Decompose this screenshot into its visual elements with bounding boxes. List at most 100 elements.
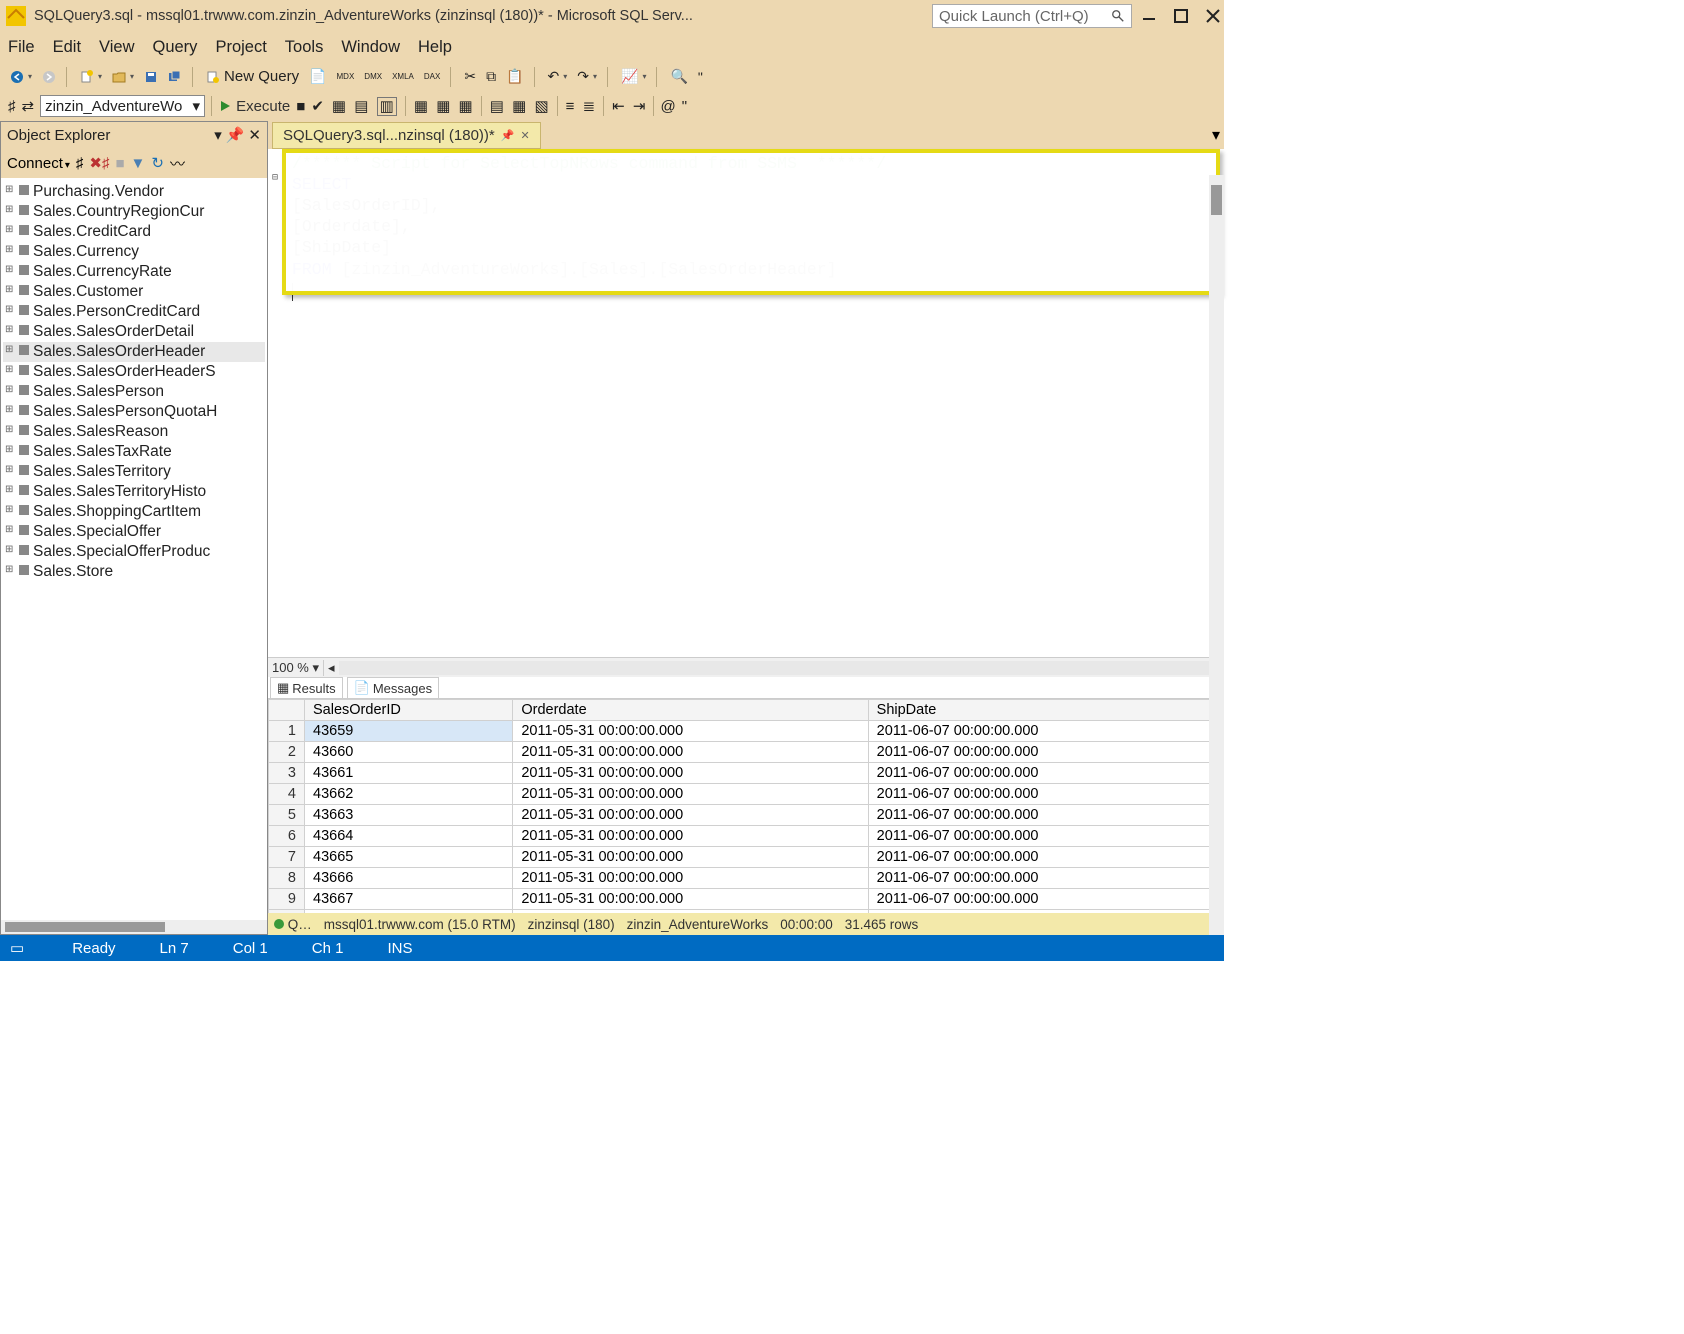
stop-button[interactable]: ■ [296, 98, 305, 115]
cell[interactable]: 43660 [305, 742, 513, 763]
cell[interactable]: 2011-05-31 00:00:00.000 [513, 805, 868, 826]
menu-file[interactable]: File [8, 38, 35, 57]
connect-button[interactable]: Connect [7, 155, 70, 172]
tree-node[interactable]: Sales.ShoppingCartItem [3, 502, 265, 522]
undo-button[interactable]: ↶ [546, 66, 570, 87]
copy-button[interactable]: ⧉ [484, 66, 498, 87]
stop-icon[interactable]: ■ [115, 155, 124, 172]
mdx-query-button[interactable]: MDX [335, 70, 357, 83]
cut-button[interactable]: ✂ [462, 66, 478, 87]
nav-back-button[interactable] [8, 68, 34, 86]
row-number[interactable]: 7 [269, 847, 305, 868]
tree-node[interactable]: Sales.SalesOrderDetail [3, 322, 265, 342]
column-header[interactable]: SalesOrderID [305, 700, 513, 721]
tree-node[interactable]: Sales.Currency [3, 242, 265, 262]
cell[interactable]: 2011-06-07 00:00:00.000 [868, 826, 1223, 847]
row-number[interactable]: 4 [269, 784, 305, 805]
disconnect-icon[interactable]: ✖♯ [89, 154, 109, 172]
filter-icon[interactable]: ▼ [131, 155, 146, 172]
include-client-stats-icon[interactable]: ▦ [459, 98, 473, 115]
new-item-button[interactable] [78, 68, 104, 86]
collapse-icon[interactable]: ⊟ [272, 173, 278, 186]
cell[interactable]: 43665 [305, 847, 513, 868]
cell[interactable]: 43662 [305, 784, 513, 805]
cell[interactable]: 2011-06-07 00:00:00.000 [868, 847, 1223, 868]
uncomment-icon[interactable]: ≣ [583, 98, 596, 115]
hscroll-left[interactable]: ◂ [324, 660, 339, 676]
tree-node[interactable]: Sales.SalesPerson [3, 382, 265, 402]
include-actual-plan-icon[interactable]: ▦ [414, 98, 428, 115]
tree-node[interactable]: Sales.CountryRegionCur [3, 202, 265, 222]
results-grid[interactable]: SalesOrderIDOrderdateShipDate1436592011-… [268, 699, 1224, 913]
cell[interactable]: 43664 [305, 826, 513, 847]
pin-icon[interactable]: 📌 [226, 126, 245, 144]
cell[interactable]: 2011-06-07 00:00:00.000 [868, 721, 1223, 742]
row-number[interactable]: 8 [269, 868, 305, 889]
save-button[interactable] [142, 68, 160, 86]
close-icon[interactable]: ✕ [248, 126, 261, 144]
quick-launch-input[interactable]: Quick Launch (Ctrl+Q) [932, 4, 1132, 28]
find-button[interactable]: 🔍 [668, 66, 689, 87]
editor-blank[interactable] [268, 305, 1224, 657]
cell[interactable]: 2011-05-31 00:00:00.000 [513, 826, 868, 847]
object-explorer-hscrollbar[interactable] [1, 920, 267, 934]
close-button[interactable] [1206, 9, 1220, 23]
results-to-grid-icon[interactable]: ▦ [512, 98, 526, 115]
dropdown-icon[interactable]: ▾ [214, 126, 222, 144]
tree-node[interactable]: Sales.SpecialOffer [3, 522, 265, 542]
toolbar-overflow-button[interactable]: " [682, 98, 687, 115]
pin-tab-icon[interactable]: 📌 [501, 129, 515, 142]
tree-node[interactable]: Purchasing.Vendor [3, 182, 265, 202]
row-number[interactable]: 2 [269, 742, 305, 763]
tree-node[interactable]: Sales.Customer [3, 282, 265, 302]
new-query-button[interactable]: New Query [204, 66, 301, 87]
row-number[interactable]: 3 [269, 763, 305, 784]
include-live-stats-icon[interactable]: ▦ [436, 98, 450, 115]
nav-forward-button[interactable] [40, 68, 58, 86]
menu-edit[interactable]: Edit [53, 38, 81, 57]
results-to-file-icon[interactable]: ▧ [534, 98, 548, 115]
cell[interactable]: 43667 [305, 889, 513, 910]
cell[interactable]: 43666 [305, 868, 513, 889]
dmx-query-button[interactable]: DMX [362, 70, 384, 83]
change-connection-icon[interactable]: ⇄ [22, 97, 35, 115]
connect-icon[interactable]: ♯ [76, 155, 84, 172]
comment-out-icon[interactable]: ≡ [566, 98, 575, 115]
intellisense-icon[interactable]: ▥ [377, 97, 397, 116]
object-explorer-tree[interactable]: Purchasing.VendorSales.CountryRegionCurS… [1, 178, 267, 920]
row-number[interactable]: 5 [269, 805, 305, 826]
overflow-button[interactable]: " [696, 67, 705, 87]
connection-icon[interactable]: ♯ [8, 98, 16, 115]
cell[interactable]: 2011-05-31 00:00:00.000 [513, 868, 868, 889]
row-number[interactable]: 9 [269, 889, 305, 910]
tree-node[interactable]: Sales.CreditCard [3, 222, 265, 242]
tree-node[interactable]: Sales.Store [3, 562, 265, 582]
tree-node[interactable]: Sales.SpecialOfferProduc [3, 542, 265, 562]
editor-vscrollbar[interactable] [1209, 175, 1224, 935]
cell[interactable]: 2011-06-07 00:00:00.000 [868, 889, 1223, 910]
cell[interactable]: 2011-06-07 00:00:00.000 [868, 784, 1223, 805]
close-tab-icon[interactable]: ✕ [520, 129, 529, 142]
cell[interactable]: 43663 [305, 805, 513, 826]
cell[interactable]: 2011-05-31 00:00:00.000 [513, 742, 868, 763]
minimize-button[interactable] [1142, 9, 1156, 23]
specify-values-icon[interactable]: @ [660, 98, 675, 115]
cell[interactable]: 2011-05-31 00:00:00.000 [513, 784, 868, 805]
cell[interactable]: 2011-06-07 00:00:00.000 [868, 742, 1223, 763]
cell[interactable]: 2011-06-07 00:00:00.000 [868, 763, 1223, 784]
open-item-button[interactable] [110, 68, 136, 86]
de-query-button[interactable]: 📄 [307, 66, 328, 87]
tab-overflow-icon[interactable]: ▾ [1208, 121, 1224, 149]
menu-window[interactable]: Window [341, 38, 400, 57]
tree-node[interactable]: Sales.SalesOrderHeader [3, 342, 265, 362]
increase-indent-icon[interactable]: ⇥ [633, 98, 646, 115]
menu-project[interactable]: Project [215, 38, 266, 57]
tree-node[interactable]: Sales.PersonCreditCard [3, 302, 265, 322]
row-number[interactable]: 6 [269, 826, 305, 847]
tab-results[interactable]: ▦ Results [270, 677, 343, 698]
save-all-button[interactable] [166, 68, 184, 86]
column-header[interactable]: ShipDate [868, 700, 1223, 721]
activity-icon[interactable]: 〰 [170, 153, 185, 174]
tree-node[interactable]: Sales.CurrencyRate [3, 262, 265, 282]
cell[interactable]: 2011-05-31 00:00:00.000 [513, 763, 868, 784]
